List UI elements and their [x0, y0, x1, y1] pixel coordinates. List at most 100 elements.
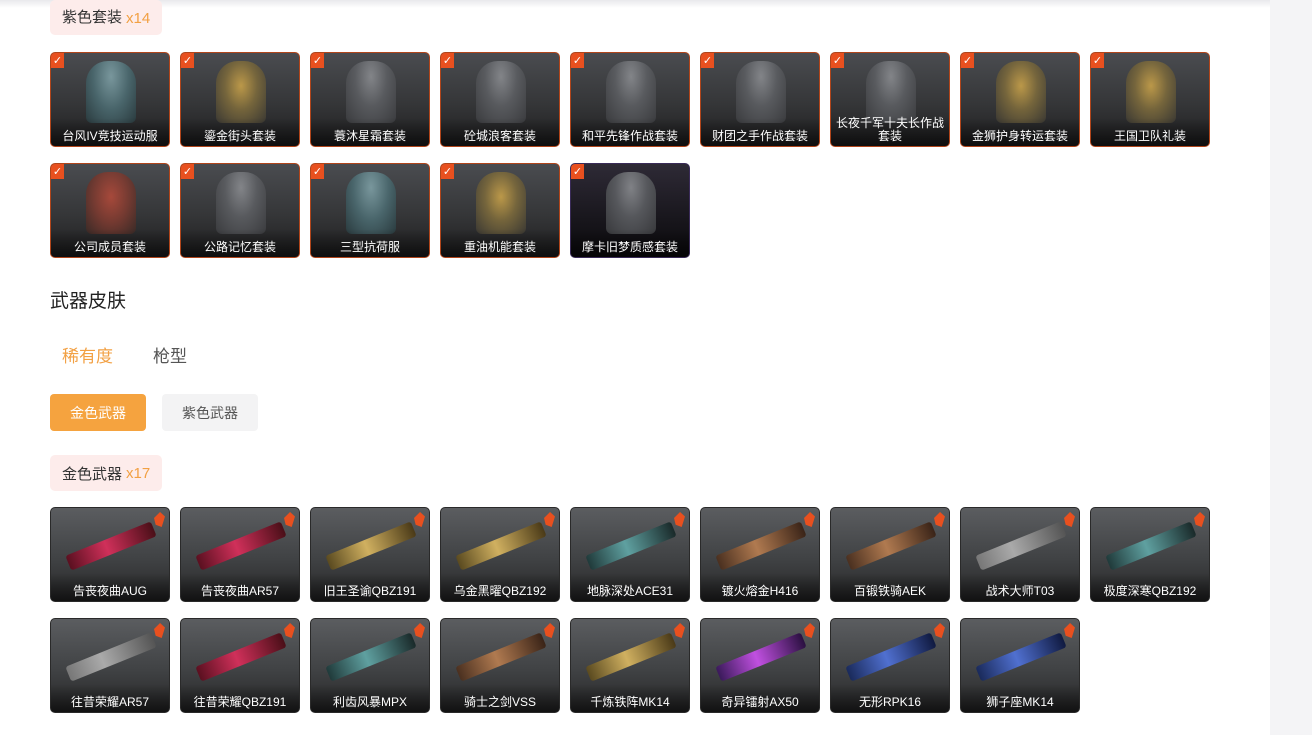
rarity-badge-icon: [414, 512, 425, 527]
owned-check-icon: ✓: [181, 53, 194, 68]
weapon-label: 旧王圣谕QBZ191: [311, 573, 429, 601]
owned-check-icon: ✓: [961, 53, 974, 68]
gold-weapons-header: 金色武器 x17: [50, 455, 163, 491]
suit-image: [476, 172, 526, 234]
weapon-card[interactable]: 千炼铁阵MK14: [570, 618, 690, 713]
weapon-card[interactable]: 镀火熔金H416: [700, 507, 820, 602]
rarity-badge-icon: [674, 623, 685, 638]
purple-weapon-filter-button[interactable]: 紫色武器: [162, 394, 258, 431]
weapon-image: [845, 632, 937, 682]
rarity-badge-icon: [1064, 512, 1075, 527]
suit-image: [346, 172, 396, 234]
suit-card[interactable]: ✓ 公司成员套装: [50, 163, 170, 258]
rarity-badge-icon: [284, 623, 295, 638]
suit-label: 长夜千军十夫长作战套装: [831, 117, 949, 146]
weapon-card[interactable]: 百锻铁骑AEK: [830, 507, 950, 602]
weapon-tabs: 稀有度 枪型: [62, 342, 187, 367]
weapon-image: [845, 521, 937, 571]
suit-image: [476, 61, 526, 123]
weapon-card[interactable]: 乌金黑曜QBZ192: [440, 507, 560, 602]
weapon-label: 无形RPK16: [831, 684, 949, 712]
weapon-card[interactable]: 骑士之剑VSS: [440, 618, 560, 713]
owned-check-icon: ✓: [831, 53, 844, 68]
owned-check-icon: ✓: [441, 53, 454, 68]
suit-card[interactable]: ✓ 砼城浪客套装: [440, 52, 560, 147]
weapon-image: [975, 521, 1067, 571]
owned-check-icon: ✓: [51, 164, 64, 179]
owned-check-icon: ✓: [311, 164, 324, 179]
suit-card[interactable]: ✓ 台风IV竞技运动服: [50, 52, 170, 147]
suit-label: 财团之手作战套装: [701, 118, 819, 146]
owned-check-icon: ✓: [1091, 53, 1104, 68]
weapon-card[interactable]: 告丧夜曲AUG: [50, 507, 170, 602]
weapon-card[interactable]: 战术大师T03: [960, 507, 1080, 602]
rarity-badge-icon: [284, 512, 295, 527]
suit-image: [216, 61, 266, 123]
weapon-label: 往昔荣耀AR57: [51, 684, 169, 712]
suit-image: [866, 61, 916, 123]
weapon-card[interactable]: 往昔荣耀AR57: [50, 618, 170, 713]
weapon-label: 地脉深处ACE31: [571, 573, 689, 601]
weapon-label: 极度深寒QBZ192: [1091, 573, 1209, 601]
scrollbar-track[interactable]: [1270, 0, 1312, 735]
suit-card[interactable]: ✓ 摩卡旧梦质感套装: [570, 163, 690, 258]
weapon-image: [195, 632, 287, 682]
weapon-label: 告丧夜曲AR57: [181, 573, 299, 601]
suit-label: 蓑沐星霜套装: [311, 118, 429, 146]
suit-card[interactable]: ✓ 金狮护身转运套装: [960, 52, 1080, 147]
weapon-card[interactable]: 利齿风暴MPX: [310, 618, 430, 713]
weapon-card[interactable]: 告丧夜曲AR57: [180, 507, 300, 602]
weapon-card[interactable]: 无形RPK16: [830, 618, 950, 713]
weapon-image: [65, 521, 157, 571]
owned-check-icon: ✓: [51, 53, 64, 68]
suit-card[interactable]: ✓ 财团之手作战套装: [700, 52, 820, 147]
suit-image: [736, 61, 786, 123]
purple-suits-grid: ✓ 台风IV竞技运动服 ✓ 鎏金街头套装 ✓ 蓑沐星霜套装 ✓ 砼城浪客套装 ✓ 和平先锋作战套装…: [50, 52, 1220, 258]
suit-card[interactable]: ✓ 鎏金街头套装: [180, 52, 300, 147]
suit-label: 金狮护身转运套装: [961, 118, 1079, 146]
weapon-card[interactable]: 奇异镭射AX50: [700, 618, 820, 713]
suit-label: 三型抗荷服: [311, 229, 429, 257]
suit-card[interactable]: ✓ 三型抗荷服: [310, 163, 430, 258]
rarity-badge-icon: [804, 623, 815, 638]
weapon-label: 百锻铁骑AEK: [831, 573, 949, 601]
gold-weapons-title: 金色武器: [62, 465, 123, 483]
suit-image: [606, 61, 656, 123]
rarity-badge-icon: [1194, 512, 1205, 527]
suit-card[interactable]: ✓ 重油机能套装: [440, 163, 560, 258]
rarity-badge-icon: [154, 512, 165, 527]
weapon-label: 骑士之剑VSS: [441, 684, 559, 712]
suit-image: [606, 172, 656, 234]
tab-rarity[interactable]: 稀有度: [62, 342, 113, 367]
weapon-image: [455, 521, 547, 571]
suit-card[interactable]: ✓ 长夜千军十夫长作战套装: [830, 52, 950, 147]
weapon-card[interactable]: 狮子座MK14: [960, 618, 1080, 713]
suit-card[interactable]: ✓ 王国卫队礼装: [1090, 52, 1210, 147]
suit-image: [216, 172, 266, 234]
purple-suits-count: x14: [126, 10, 151, 27]
suit-card[interactable]: ✓ 蓑沐星霜套装: [310, 52, 430, 147]
suit-label: 砼城浪客套装: [441, 118, 559, 146]
suit-image: [1126, 61, 1176, 123]
suit-card[interactable]: ✓ 公路记忆套装: [180, 163, 300, 258]
owned-check-icon: ✓: [571, 164, 584, 179]
weapon-card[interactable]: 极度深寒QBZ192: [1090, 507, 1210, 602]
rarity-badge-icon: [414, 623, 425, 638]
weapon-card[interactable]: 地脉深处ACE31: [570, 507, 690, 602]
suit-image: [346, 61, 396, 123]
weapon-card[interactable]: 旧王圣谕QBZ191: [310, 507, 430, 602]
tab-gun-type[interactable]: 枪型: [153, 342, 187, 367]
weapon-image: [325, 521, 417, 571]
suit-label: 公司成员套装: [51, 229, 169, 257]
weapon-image: [975, 632, 1067, 682]
gold-weapons-grid: 告丧夜曲AUG 告丧夜曲AR57 旧王圣谕QBZ191 乌金黑曜QBZ192 地脉深处A…: [50, 507, 1220, 713]
weapon-card[interactable]: 往昔荣耀QBZ191: [180, 618, 300, 713]
suit-label: 公路记忆套装: [181, 229, 299, 257]
rarity-badge-icon: [934, 512, 945, 527]
weapon-label: 镀火熔金H416: [701, 573, 819, 601]
gold-weapon-filter-button[interactable]: 金色武器: [50, 394, 146, 431]
suit-label: 台风IV竞技运动服: [51, 118, 169, 146]
rarity-badge-icon: [674, 512, 685, 527]
suit-card[interactable]: ✓ 和平先锋作战套装: [570, 52, 690, 147]
owned-check-icon: ✓: [181, 164, 194, 179]
